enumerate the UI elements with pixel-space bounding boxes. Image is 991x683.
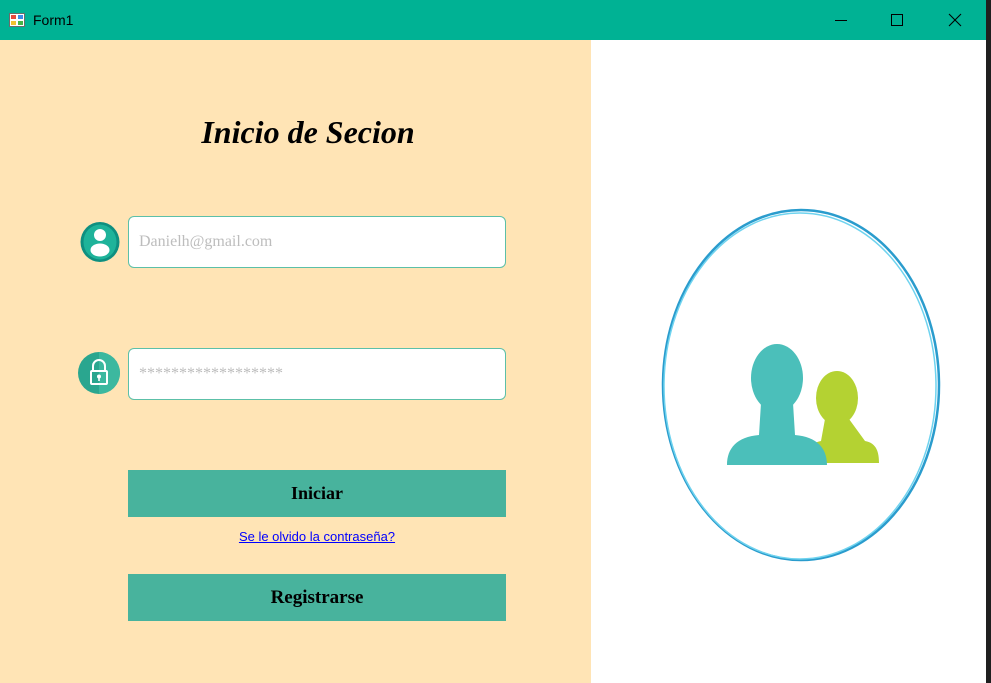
login-button[interactable]: Iniciar — [128, 470, 506, 517]
window-title: Form1 — [33, 12, 74, 28]
close-icon — [948, 13, 962, 27]
user-icon — [80, 222, 120, 262]
password-field[interactable] — [128, 348, 506, 400]
forgot-password-link[interactable]: Se le olvido la contraseña? — [128, 529, 506, 544]
minimize-icon — [835, 20, 847, 21]
windows-forms-icon — [9, 13, 25, 27]
login-panel: Inicio de Secion Iniciar Se le olvido la… — [0, 40, 591, 683]
title-bar[interactable]: Form1 — [0, 0, 986, 40]
maximize-button[interactable] — [868, 0, 926, 40]
email-field[interactable] — [128, 216, 506, 268]
register-button[interactable]: Registrarse — [128, 574, 506, 621]
lock-icon — [78, 352, 120, 394]
close-button[interactable] — [926, 0, 984, 40]
users-group-icon — [661, 208, 941, 562]
illustration-panel — [591, 40, 986, 683]
page-title: Inicio de Secion — [201, 114, 415, 150]
login-window: Form1 Inicio de Secion Danielh@gmail.com… — [0, 0, 986, 683]
minimize-button[interactable] — [812, 0, 870, 40]
desktop-background-edge — [986, 0, 991, 683]
maximize-icon — [891, 14, 903, 26]
